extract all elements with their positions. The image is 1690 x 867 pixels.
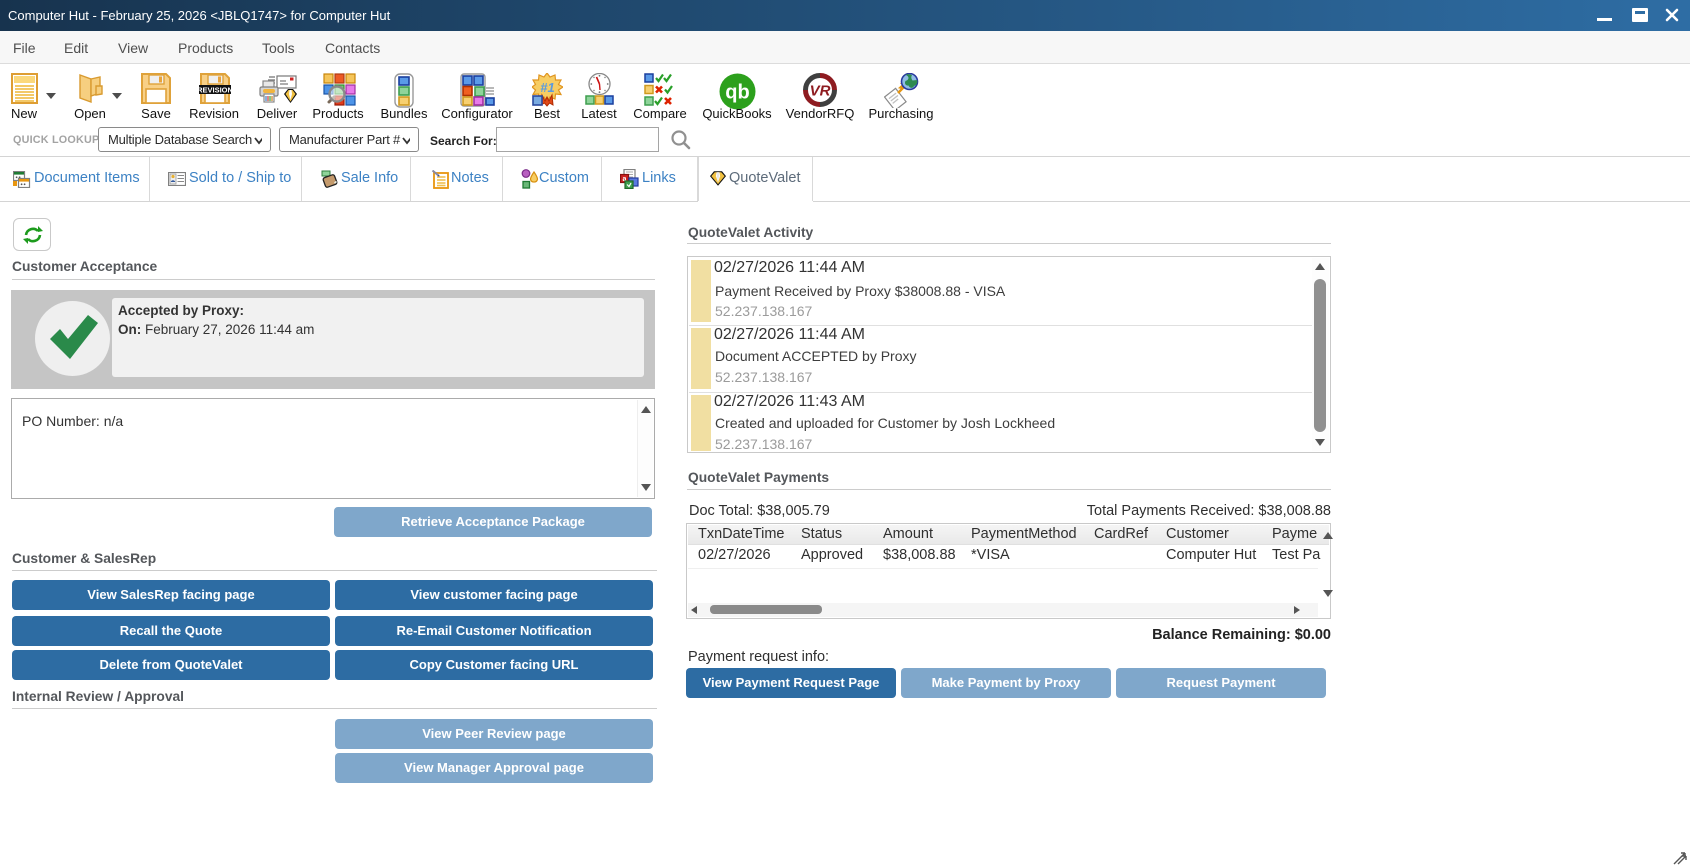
svg-text:#1: #1 bbox=[540, 80, 554, 95]
svg-text:qb: qb bbox=[725, 82, 749, 104]
svg-text:VR: VR bbox=[810, 83, 831, 100]
svg-text:REVISION: REVISION bbox=[199, 86, 231, 95]
